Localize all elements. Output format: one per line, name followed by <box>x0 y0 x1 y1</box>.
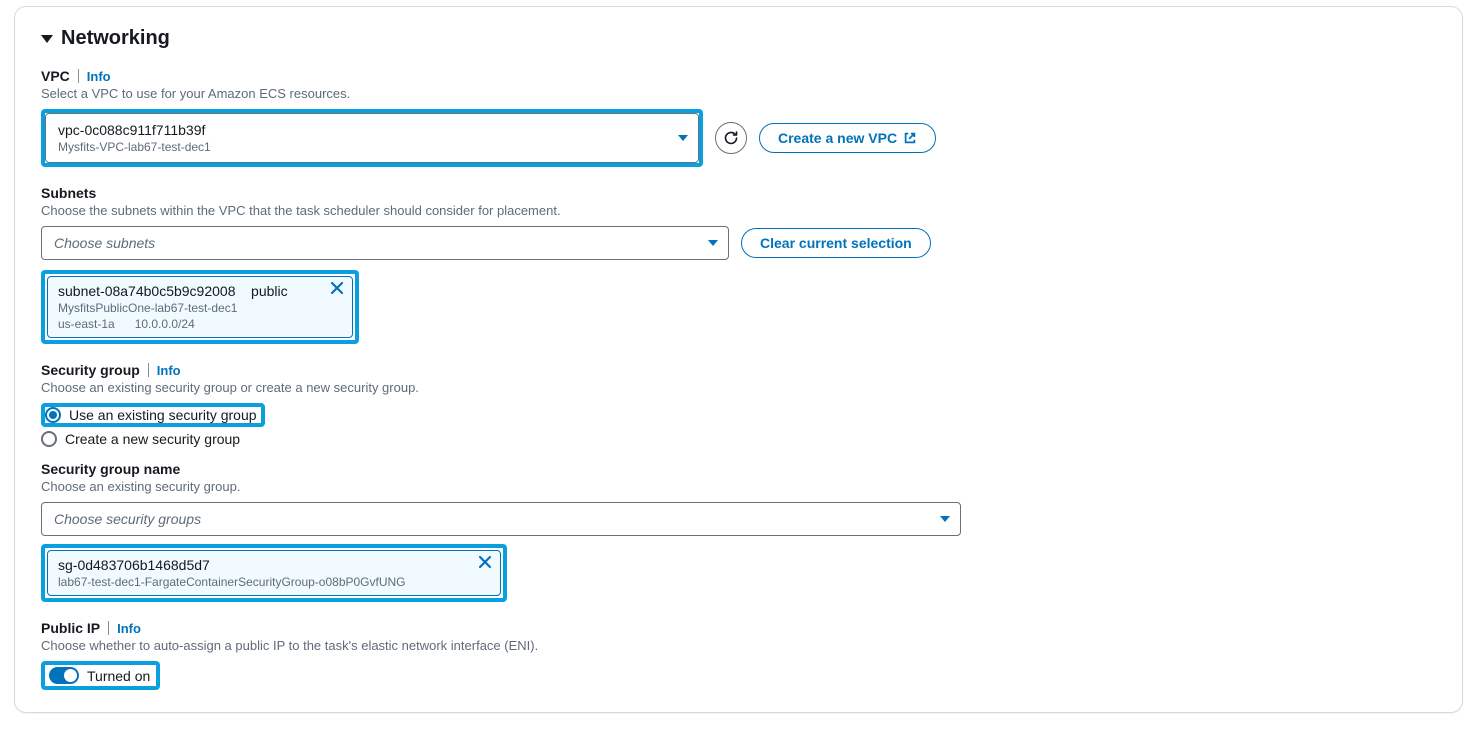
sg-label: Security group <box>41 362 140 378</box>
vpc-desc: Select a VPC to use for your Amazon ECS … <box>41 86 1436 101</box>
remove-sg-button[interactable] <box>478 555 492 574</box>
publicip-desc: Choose whether to auto-assign a public I… <box>41 638 1436 653</box>
divider <box>78 69 79 83</box>
refresh-icon <box>723 130 739 146</box>
highlight-publicip-toggle: Turned on <box>41 661 160 690</box>
divider <box>148 363 149 377</box>
subnet-chip: subnet-08a74b0c5b9c92008 public MysfitsP… <box>47 276 353 338</box>
public-ip-state: Turned on <box>87 668 150 684</box>
remove-subnet-button[interactable] <box>330 281 344 300</box>
highlight-subnet-chip: subnet-08a74b0c5b9c92008 public MysfitsP… <box>41 270 359 344</box>
close-icon <box>330 281 344 295</box>
security-group-select[interactable]: Choose security groups <box>41 502 961 536</box>
radio-create-new-sg[interactable] <box>41 431 57 447</box>
sg-desc: Choose an existing security group or cre… <box>41 380 1436 395</box>
public-ip-field: Public IP Info Choose whether to auto-as… <box>41 620 1436 690</box>
section-title: Networking <box>61 27 170 50</box>
subnet-chip-line2: us-east-1a 10.0.0.0/24 <box>58 317 322 331</box>
publicip-label: Public IP <box>41 620 100 636</box>
sg-chip-main: sg-0d483706b1468d5d7 <box>58 557 470 573</box>
networking-panel: Networking VPC Info Select a VPC to use … <box>14 6 1463 713</box>
public-ip-toggle[interactable] <box>49 667 79 684</box>
vpc-selected-id: vpc-0c088c911f711b39f <box>58 122 668 138</box>
refresh-button[interactable] <box>715 122 747 154</box>
subnets-select[interactable]: Choose subnets <box>41 226 729 260</box>
highlight-sg-chip: sg-0d483706b1468d5d7 lab67-test-dec1-Far… <box>41 544 507 602</box>
chevron-down-icon <box>678 135 688 141</box>
sgname-desc: Choose an existing security group. <box>41 479 1436 494</box>
close-icon <box>478 555 492 569</box>
publicip-info-link[interactable]: Info <box>117 621 141 636</box>
external-link-icon <box>903 131 917 145</box>
collapse-caret-icon <box>41 35 53 43</box>
subnet-chip-line1: MysfitsPublicOne-lab67-test-dec1 <box>58 301 322 315</box>
clear-subnets-button[interactable]: Clear current selection <box>741 228 931 258</box>
subnets-placeholder: Choose subnets <box>54 235 155 251</box>
sg-chip: sg-0d483706b1468d5d7 lab67-test-dec1-Far… <box>47 550 501 596</box>
vpc-field: VPC Info Select a VPC to use for your Am… <box>41 68 1436 167</box>
highlight-sg-existing: Use an existing security group <box>41 403 265 427</box>
radio-use-existing-sg[interactable] <box>45 407 61 423</box>
clear-subnets-label: Clear current selection <box>760 235 912 251</box>
sg-placeholder: Choose security groups <box>54 511 201 527</box>
vpc-info-link[interactable]: Info <box>87 69 111 84</box>
vpc-select[interactable]: vpc-0c088c911f711b39f Mysfits-VPC-lab67-… <box>45 113 699 163</box>
subnets-field: Subnets Choose the subnets within the VP… <box>41 185 1436 344</box>
security-group-name-field: Security group name Choose an existing s… <box>41 461 1436 602</box>
subnets-desc: Choose the subnets within the VPC that t… <box>41 203 1436 218</box>
divider <box>108 621 109 635</box>
vpc-label: VPC <box>41 68 70 84</box>
sg-info-link[interactable]: Info <box>157 363 181 378</box>
security-group-field: Security group Info Choose an existing s… <box>41 362 1436 447</box>
subnet-chip-main: subnet-08a74b0c5b9c92008 public <box>58 283 322 299</box>
sg-chip-sub: lab67-test-dec1-FargateContainerSecurity… <box>58 575 470 589</box>
chevron-down-icon <box>940 516 950 522</box>
chevron-down-icon <box>708 240 718 246</box>
create-new-vpc-label: Create a new VPC <box>778 130 897 146</box>
section-header[interactable]: Networking <box>41 27 1436 50</box>
highlight-vpc-select: vpc-0c088c911f711b39f Mysfits-VPC-lab67-… <box>41 109 703 167</box>
subnets-label: Subnets <box>41 185 96 201</box>
vpc-selected-name: Mysfits-VPC-lab67-test-dec1 <box>58 140 668 154</box>
sg-existing-label: Use an existing security group <box>69 407 257 423</box>
sg-create-label: Create a new security group <box>65 431 240 447</box>
sgname-label: Security group name <box>41 461 180 477</box>
create-new-vpc-button[interactable]: Create a new VPC <box>759 123 936 153</box>
